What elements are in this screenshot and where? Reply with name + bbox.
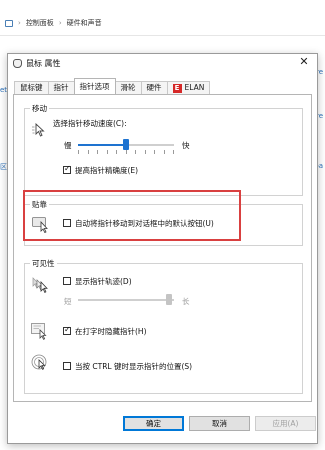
trails-slider-track[interactable] [78,299,174,301]
visibility-group: 可见性 显示指针轨迹(D) 短 长 在打字时隐藏指针(H) [24,258,303,394]
show-location-ctrl-label[interactable]: 当按 CTRL 键时显示指针的位置(S) [75,361,192,372]
hide-pointer-typing-icon [31,323,47,340]
tab-wheel[interactable]: 滑轮 [114,81,142,94]
tab-elan-label: ELAN [184,83,205,92]
control-panel-window: › 控制面板 › 硬件和声音 [0,0,325,36]
slow-label: 慢 [64,141,72,150]
tab-pointer-options[interactable]: 指针选项 [73,78,116,94]
pointer-options-panel: 移动 选择指针移动速度(C): 慢 快 提高指针精确度(E) 贴靠 [13,94,312,402]
tab-elan[interactable]: E ELAN [166,81,211,94]
speed-slider-ticks [78,150,174,154]
breadcrumb-hardware-sound[interactable]: 硬件和声音 [67,18,102,28]
motion-group: 移动 选择指针移动速度(C): 慢 快 提高指针精确度(E) [24,103,303,196]
mouse-properties-dialog: 鼠标 属性 ✕ 鼠标键 指针 指针选项 滑轮 硬件 E ELAN 移动 选择指针… [7,53,318,444]
ok-button[interactable]: 确定 [123,416,184,431]
show-location-ctrl-icon [31,354,47,370]
chevron-right-icon: › [18,19,21,27]
hide-pointer-label[interactable]: 在打字时隐藏指针(H) [75,326,147,337]
tab-strip: 鼠标键 指针 指针选项 滑轮 硬件 E ELAN [14,78,211,94]
tab-pointers[interactable]: 指针 [47,81,75,94]
tab-hardware[interactable]: 硬件 [140,81,168,94]
pointer-trails-checkbox[interactable] [63,277,71,285]
elan-icon: E [172,83,182,93]
short-label: 短 [64,297,72,306]
speed-label: 选择指针移动速度(C): [53,119,127,128]
pointer-speed-icon [32,123,45,137]
close-button[interactable]: ✕ [297,55,311,69]
enhance-precision-label[interactable]: 提高指针精确度(E) [75,165,138,176]
long-label: 长 [182,297,190,306]
annotation-highlight-box [23,190,241,241]
speed-slider-fill [78,144,126,146]
speed-slider-thumb[interactable] [123,139,129,150]
chevron-right-icon: › [58,19,62,27]
cancel-button[interactable]: 取消 [189,416,250,431]
visibility-group-label: 可见性 [30,258,57,269]
mouse-icon [13,59,22,68]
dialog-footer: 确定 取消 应用(A) [8,404,317,444]
computer-icon [5,19,13,27]
apply-button[interactable]: 应用(A) [255,416,316,431]
motion-group-label: 移动 [30,103,49,114]
enhance-precision-checkbox[interactable] [63,164,71,174]
pointer-trails-label[interactable]: 显示指针轨迹(D) [75,276,132,287]
breadcrumb: › 控制面板 › 硬件和声音 [5,18,102,28]
trails-slider-thumb[interactable] [166,294,173,305]
fast-label: 快 [182,141,190,150]
dialog-title: 鼠标 属性 [26,59,61,68]
pointer-trails-icon [32,277,48,293]
show-location-ctrl-checkbox[interactable] [63,362,71,370]
tab-buttons[interactable]: 鼠标键 [14,81,49,94]
background-link-fragment[interactable]: et [0,86,7,94]
breadcrumb-control-panel[interactable]: 控制面板 [26,18,54,28]
title-bar[interactable]: 鼠标 属性 ✕ [8,54,317,72]
hide-pointer-checkbox[interactable] [63,325,71,335]
